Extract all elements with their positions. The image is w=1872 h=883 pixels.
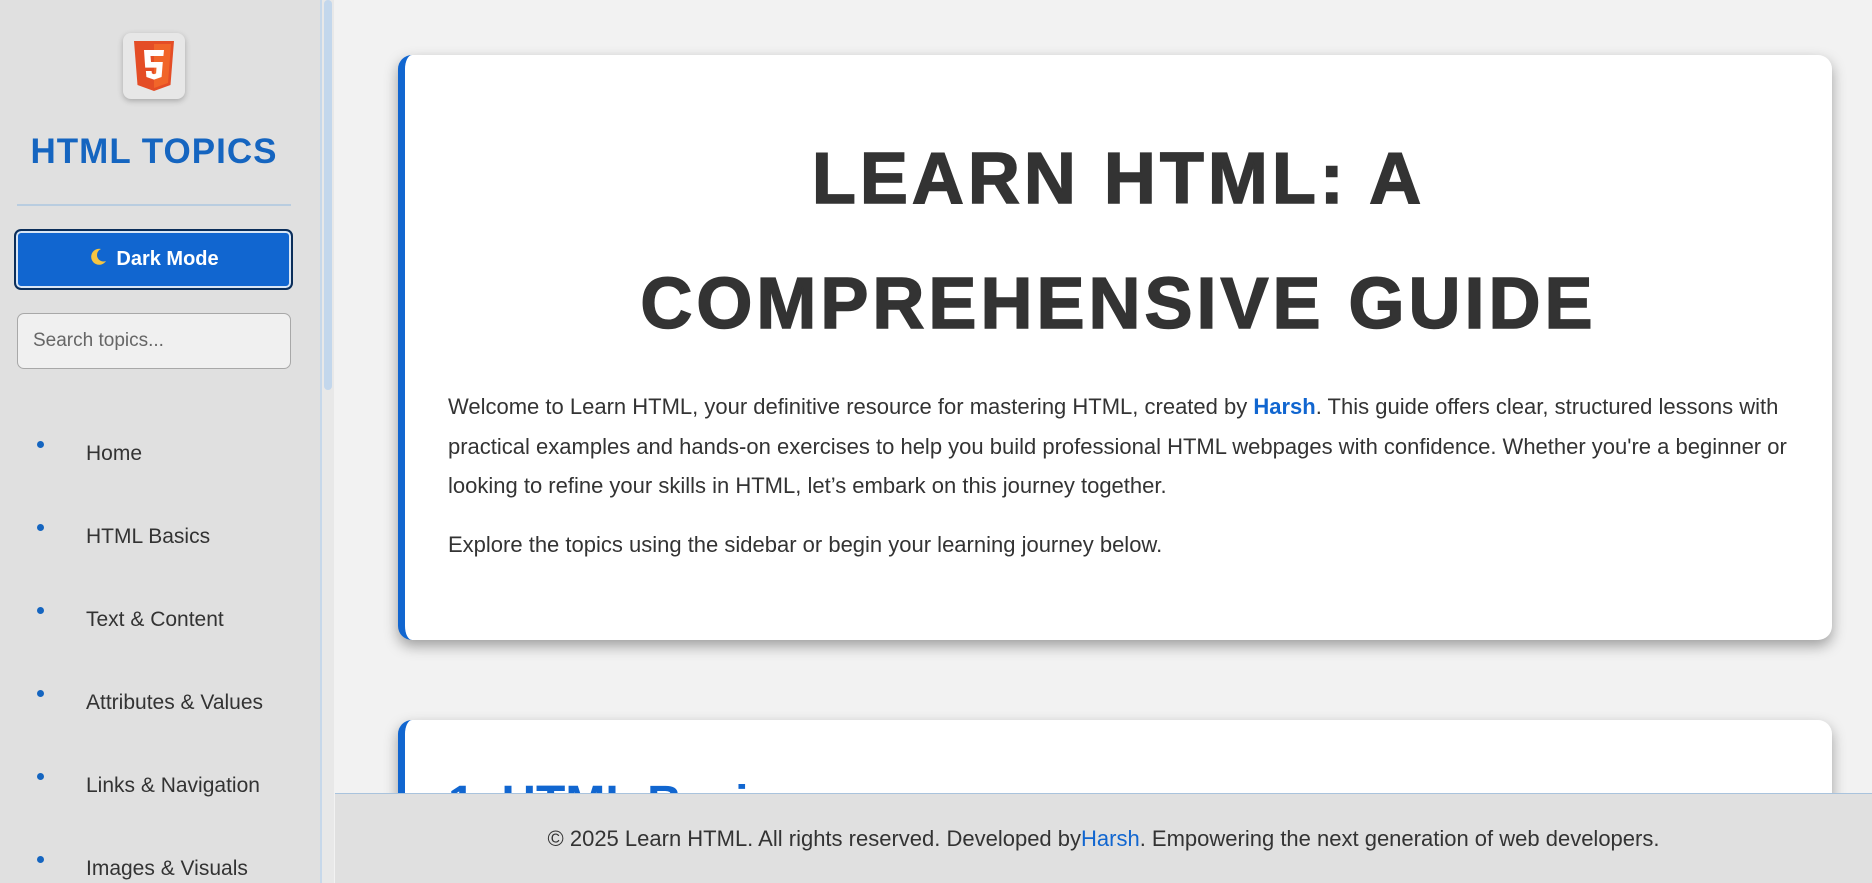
sidebar: HTML TOPICS Dark Mode Home HTML Basics T… — [0, 0, 322, 883]
sidebar-scrollbar[interactable] — [322, 0, 334, 883]
footer-text-after: . Empowering the next generation of web … — [1139, 825, 1660, 851]
moon-icon — [88, 247, 108, 273]
sidebar-scroll-thumb[interactable] — [324, 0, 332, 390]
sidebar-item-html-basics[interactable]: HTML Basics — [0, 501, 308, 584]
sidebar-item-label: Text & Content — [86, 608, 224, 631]
intro-paragraph: Welcome to Learn HTML, your definitive r… — [448, 387, 1803, 506]
dark-mode-button[interactable]: Dark Mode — [14, 229, 293, 290]
footer-text-before: © 2025 Learn HTML. All rights reserved. … — [547, 825, 1082, 851]
sidebar-item-text-content[interactable]: Text & Content — [0, 584, 308, 667]
sidebar-title: HTML TOPICS — [30, 132, 278, 171]
page-title: LEARN HTML: A COMPREHENSIVE GUIDE — [405, 117, 1832, 367]
footer: © 2025 Learn HTML. All rights reserved. … — [335, 793, 1872, 883]
sidebar-item-label: Attributes & Values — [86, 691, 264, 714]
bullet-icon — [37, 607, 44, 614]
dark-mode-label: Dark Mode — [116, 248, 219, 270]
sidebar-item-label: Home — [86, 442, 143, 465]
sidebar-item-label: HTML Basics — [86, 525, 211, 548]
explore-paragraph: Explore the topics using the sidebar or … — [448, 532, 1163, 557]
bullet-icon — [37, 441, 44, 448]
sidebar-nav: Home HTML Basics Text & Content Attribut… — [0, 418, 308, 883]
intro-text-before: Welcome to Learn HTML, your definitive r… — [448, 394, 1254, 419]
sidebar-divider — [17, 204, 291, 206]
intro-card: LEARN HTML: A COMPREHENSIVE GUIDE Welcom… — [398, 55, 1832, 640]
sidebar-item-home[interactable]: Home — [0, 418, 308, 501]
sidebar-item-label: Images & Visuals — [86, 857, 248, 880]
bullet-icon — [37, 690, 44, 697]
sidebar-item-label: Links & Navigation — [86, 774, 260, 797]
sidebar-item-attributes-values[interactable]: Attributes & Values — [0, 667, 308, 750]
bullet-icon — [37, 856, 44, 863]
page-title-line2: COMPREHENSIVE GUIDE — [640, 263, 1597, 345]
sidebar-item-links-navigation[interactable]: Links & Navigation — [0, 750, 308, 833]
bullet-icon — [37, 524, 44, 531]
page-title-line1: LEARN HTML: A — [811, 138, 1426, 220]
html5-logo-icon — [123, 33, 185, 99]
search-input[interactable] — [17, 313, 291, 369]
sidebar-item-images-visuals[interactable]: Images & Visuals — [0, 833, 308, 883]
author-link[interactable]: Harsh — [1253, 394, 1315, 419]
bullet-icon — [37, 773, 44, 780]
footer-author-link[interactable]: Harsh — [1081, 826, 1140, 852]
